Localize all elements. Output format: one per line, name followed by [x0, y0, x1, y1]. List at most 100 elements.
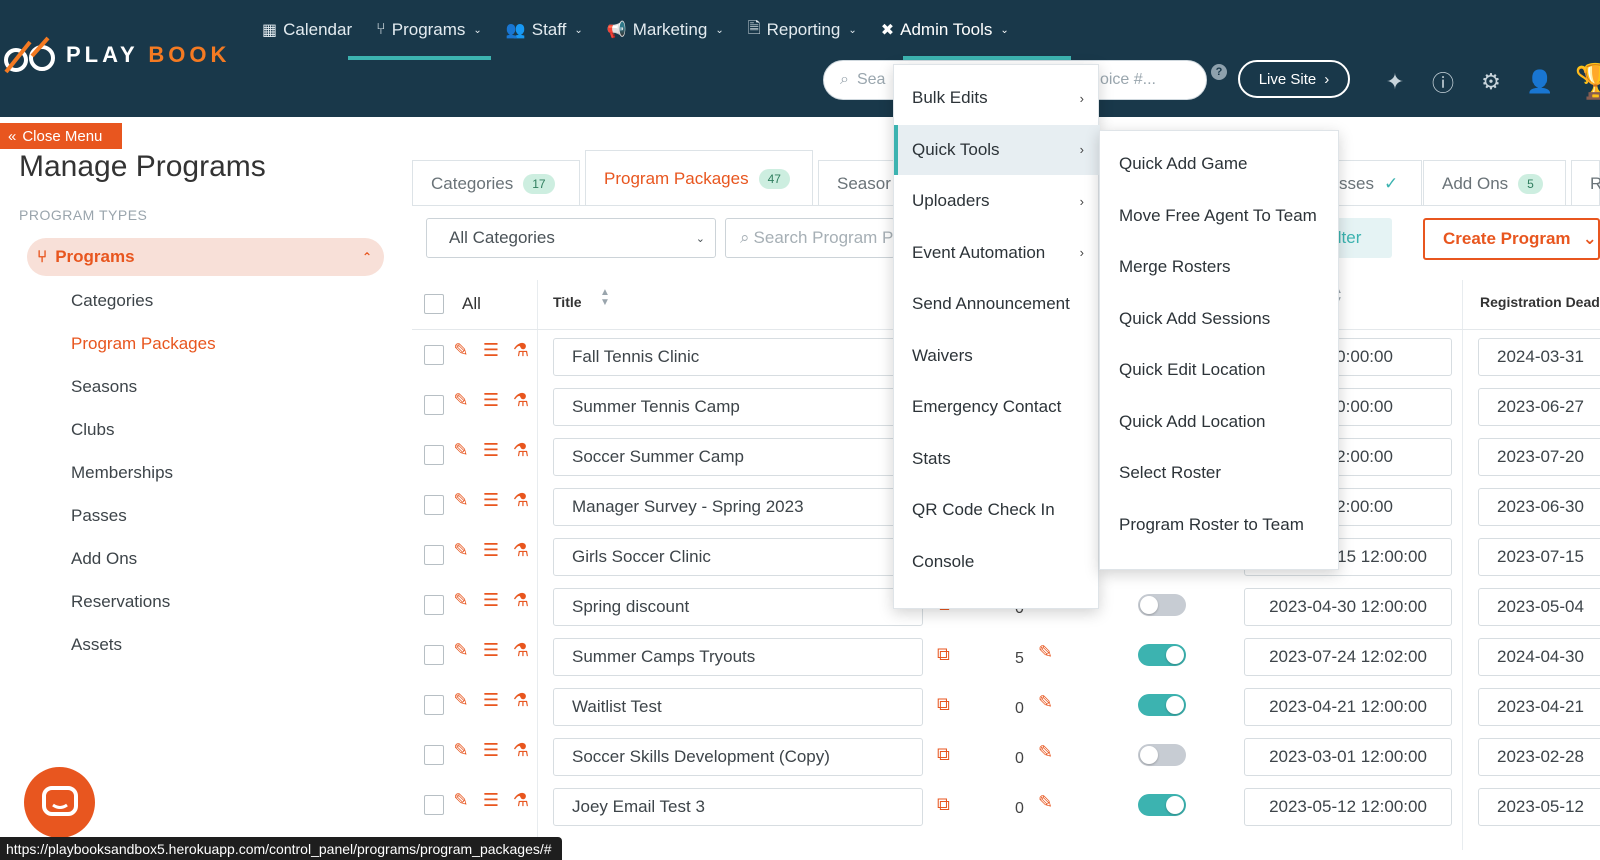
start-datetime-field[interactable]: 2023-05-12 12:00:00	[1244, 788, 1452, 826]
pencil-icon[interactable]: ✎	[450, 790, 472, 811]
flask-icon[interactable]: ⚗	[510, 590, 532, 611]
external-link-icon[interactable]: ⧉	[937, 794, 950, 815]
admin-menu-item[interactable]: Emergency Contact	[894, 382, 1100, 432]
flask-icon[interactable]: ⚗	[510, 540, 532, 561]
nav-staff[interactable]: 👥 Staff ⌄	[494, 14, 595, 46]
quick-tool-item[interactable]: Program Roster to Team	[1100, 500, 1340, 550]
list-icon[interactable]: ☰	[480, 640, 502, 661]
row-title-field[interactable]: Soccer Skills Development (Copy)	[553, 738, 923, 776]
flask-icon[interactable]: ⚗	[510, 340, 532, 361]
registration-deadline-field[interactable]: 2023-07-15	[1478, 538, 1600, 576]
quick-tool-item[interactable]: Quick Add Sessions	[1100, 294, 1340, 344]
admin-menu-item[interactable]: Stats	[894, 434, 1100, 484]
sidebar-item-assets[interactable]: Assets	[71, 630, 216, 673]
row-checkbox[interactable]	[424, 445, 444, 465]
title-column-header[interactable]: Title	[553, 294, 582, 310]
row-title-field[interactable]: Summer Camps Tryouts	[553, 638, 923, 676]
sidebar-item-programs[interactable]: ⑂ Programs ⌃	[27, 238, 384, 276]
pencil-icon[interactable]: ✎	[450, 740, 472, 761]
row-checkbox[interactable]	[424, 395, 444, 415]
active-toggle[interactable]	[1138, 744, 1186, 766]
nav-reporting[interactable]: 🗎 Reporting ⌄	[736, 14, 869, 46]
start-datetime-field[interactable]: 2023-04-21 12:00:00	[1244, 688, 1452, 726]
quick-tool-item[interactable]: Quick Add Location	[1100, 397, 1340, 447]
select-all-checkbox[interactable]	[424, 294, 444, 314]
sidebar-item-memberships[interactable]: Memberships	[71, 458, 216, 501]
pencil-icon[interactable]: ✎	[450, 390, 472, 411]
gear-icon[interactable]: ⚙	[1478, 69, 1504, 95]
pencil-icon[interactable]: ✎	[450, 440, 472, 461]
trophy-icon[interactable]: 🏆	[1574, 62, 1600, 102]
sidebar-item-program-packages[interactable]: Program Packages	[71, 329, 216, 372]
tab-seasons[interactable]: Seasor	[818, 160, 898, 206]
list-icon[interactable]: ☰	[480, 740, 502, 761]
row-title-field[interactable]: Spring discount	[553, 588, 923, 626]
registration-deadline-field[interactable]: 2023-06-30	[1478, 488, 1600, 526]
flask-icon[interactable]: ⚗	[510, 490, 532, 511]
sort-icon[interactable]: ▲▼	[600, 288, 610, 308]
nav-admin-tools[interactable]: ✖ Admin Tools ⌄	[869, 14, 1021, 46]
row-checkbox[interactable]	[424, 345, 444, 365]
row-checkbox[interactable]	[424, 645, 444, 665]
nav-calendar[interactable]: ▦ Calendar	[250, 14, 364, 46]
close-menu-button[interactable]: « Close Menu	[0, 123, 122, 149]
search-help-icon[interactable]: ?	[1211, 64, 1227, 80]
row-title-field[interactable]: Manager Survey - Spring 2023	[553, 488, 923, 526]
quick-tool-item[interactable]: Quick Add Game	[1100, 139, 1340, 189]
help-icon[interactable]: ⓘ	[1430, 66, 1456, 98]
tab-reservations[interactable]: R	[1571, 160, 1600, 206]
active-toggle[interactable]	[1138, 594, 1186, 616]
active-toggle[interactable]	[1138, 644, 1186, 666]
external-link-icon[interactable]: ⧉	[937, 694, 950, 715]
tab-program-packages[interactable]: Program Packages 47	[585, 150, 813, 206]
quick-tool-item[interactable]: Move Free Agent To Team	[1100, 191, 1340, 241]
admin-menu-item[interactable]: Waivers	[894, 331, 1100, 381]
list-icon[interactable]: ☰	[480, 340, 502, 361]
program-search-input[interactable]: ⌕ Search Program P	[725, 218, 895, 258]
admin-menu-item[interactable]: Send Announcement	[894, 279, 1100, 329]
quick-tool-item[interactable]: Quick Edit Location	[1100, 345, 1340, 395]
nav-marketing[interactable]: 📢 Marketing ⌄	[595, 14, 736, 46]
list-icon[interactable]: ☰	[480, 690, 502, 711]
registration-deadline-field[interactable]: 2023-04-21	[1478, 688, 1600, 726]
nav-programs[interactable]: ⑂ Programs ⌄	[364, 14, 494, 46]
row-checkbox[interactable]	[424, 545, 444, 565]
registration-deadline-field[interactable]: 2023-05-12	[1478, 788, 1600, 826]
add-user-icon[interactable]: 👤	[1526, 69, 1553, 95]
list-icon[interactable]: ☰	[480, 590, 502, 611]
active-toggle[interactable]	[1138, 794, 1186, 816]
flask-icon[interactable]: ⚗	[510, 740, 532, 761]
row-title-field[interactable]: Joey Email Test 3	[553, 788, 923, 826]
chat-launcher-button[interactable]	[24, 767, 95, 838]
row-title-field[interactable]: Soccer Summer Camp	[553, 438, 923, 476]
sidebar-item-reservations[interactable]: Reservations	[71, 587, 216, 630]
pencil-icon[interactable]: ✎	[1038, 792, 1053, 813]
row-title-field[interactable]: Waitlist Test	[553, 688, 923, 726]
list-icon[interactable]: ☰	[480, 490, 502, 511]
start-datetime-field[interactable]: 2023-03-01 12:00:00	[1244, 738, 1452, 776]
pencil-icon[interactable]: ✎	[450, 540, 472, 561]
flask-icon[interactable]: ⚗	[510, 440, 532, 461]
pencil-icon[interactable]: ✎	[1038, 692, 1053, 713]
create-program-button[interactable]: Create Program ⌄	[1423, 218, 1600, 260]
tab-categories[interactable]: Categories 17	[412, 160, 580, 206]
row-title-field[interactable]: Summer Tennis Camp	[553, 388, 923, 426]
registration-deadline-header[interactable]: Registration Dead	[1480, 294, 1600, 310]
row-checkbox[interactable]	[424, 695, 444, 715]
registration-deadline-field[interactable]: 2024-03-31	[1478, 338, 1600, 376]
row-title-field[interactable]: Fall Tennis Clinic	[553, 338, 923, 376]
list-icon[interactable]: ☰	[480, 790, 502, 811]
playbook-logo[interactable]: PLAY BOOK	[4, 36, 230, 74]
pencil-icon[interactable]: ✎	[1038, 642, 1053, 663]
pencil-icon[interactable]: ✎	[450, 490, 472, 511]
start-datetime-field[interactable]: 2023-07-24 12:02:00	[1244, 638, 1452, 676]
row-checkbox[interactable]	[424, 795, 444, 815]
registration-deadline-field[interactable]: 2024-04-30	[1478, 638, 1600, 676]
quick-tool-item[interactable]: Select Roster	[1100, 448, 1340, 498]
admin-menu-item[interactable]: Console	[894, 537, 1100, 587]
sidebar-item-categories[interactable]: Categories	[71, 286, 216, 329]
live-site-button[interactable]: Live Site ›	[1238, 60, 1350, 98]
pencil-icon[interactable]: ✎	[450, 690, 472, 711]
row-checkbox[interactable]	[424, 595, 444, 615]
pencil-icon[interactable]: ✎	[450, 590, 472, 611]
